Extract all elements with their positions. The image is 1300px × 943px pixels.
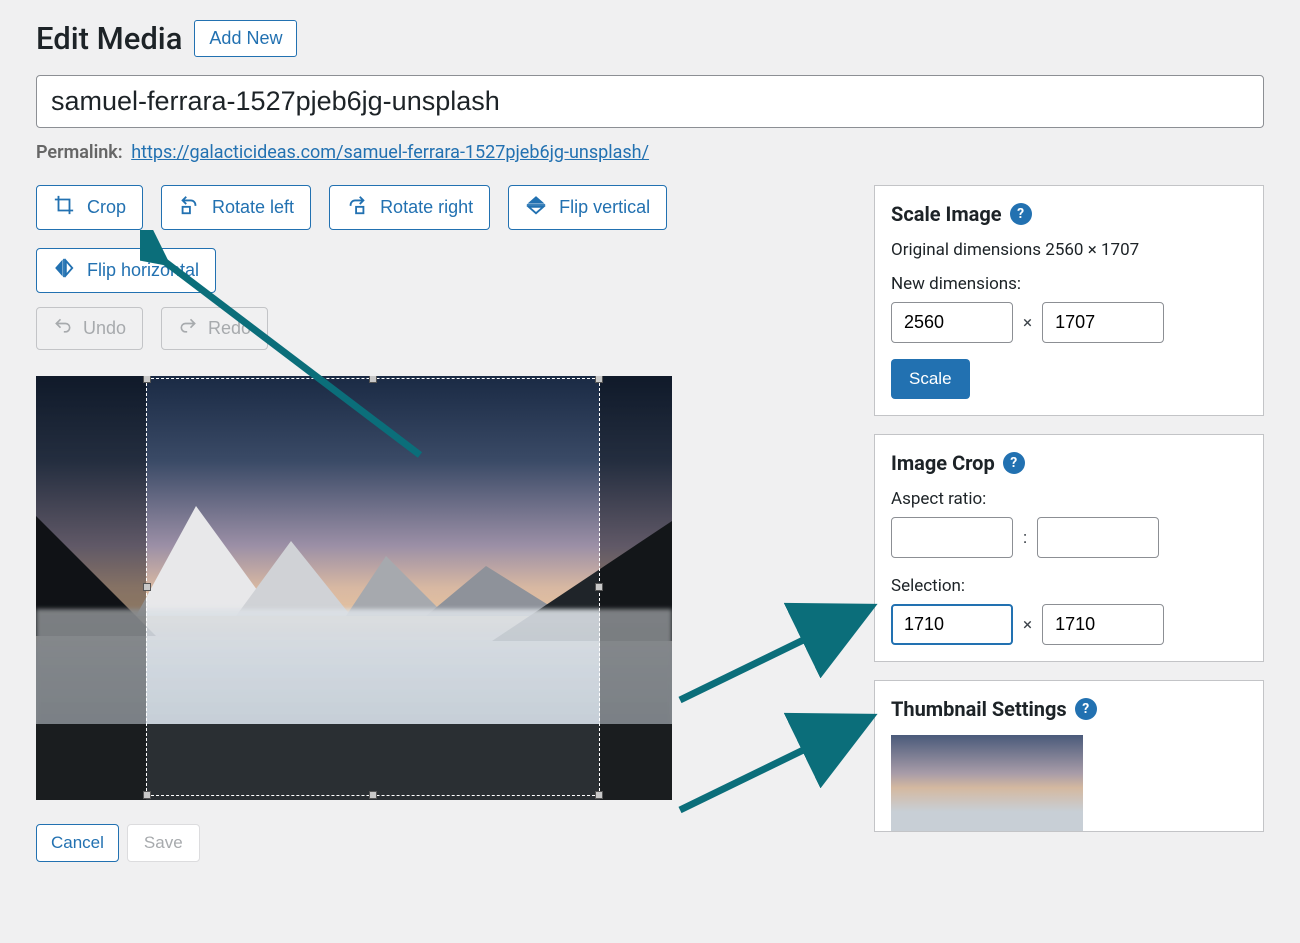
undo-label: Undo [83,318,126,339]
selection-height-input[interactable] [1042,604,1164,645]
permalink-link[interactable]: https://galacticideas.com/samuel-ferrara… [131,142,649,163]
permalink-row: Permalink: https://galacticideas.com/sam… [36,142,1264,163]
thumbnail-settings-panel: Thumbnail Settings ? [874,680,1264,832]
crop-selection[interactable] [146,378,600,796]
rotate-right-icon [346,194,368,221]
scale-new-label: New dimensions: [891,274,1021,294]
scale-image-panel: Scale Image ? Original dimensions 2560 ×… [874,185,1264,416]
scale-button[interactable]: Scale [891,359,970,399]
crop-icon [53,194,75,221]
rotate-right-label: Rotate right [380,197,473,218]
flip-horizontal-label: Flip horizontal [87,260,199,281]
undo-button: Undo [36,307,143,350]
permalink-label: Permalink: [36,142,123,163]
add-new-button[interactable]: Add New [194,20,297,57]
thumbnail-help-icon[interactable]: ? [1075,698,1097,720]
crop-handle-w[interactable] [143,583,151,591]
redo-icon [178,316,198,341]
flip-vertical-label: Flip vertical [559,197,650,218]
flip-horizontal-icon [53,257,75,284]
crop-heading: Image Crop [891,451,995,475]
scale-width-input[interactable] [891,302,1013,343]
scale-original-dims: Original dimensions 2560 × 1707 [891,240,1247,260]
media-title-input[interactable] [36,75,1264,128]
scale-height-input[interactable] [1042,302,1164,343]
crop-handle-n[interactable] [369,376,377,383]
crop-handle-se[interactable] [595,791,603,799]
page-title: Edit Media [36,20,182,57]
redo-label: Redo [208,318,251,339]
times-separator: × [1023,615,1032,635]
times-separator: × [1023,313,1032,333]
thumbnail-preview [891,735,1083,831]
flip-vertical-button[interactable]: Flip vertical [508,185,667,230]
crop-help-icon[interactable]: ? [1003,452,1025,474]
flip-vertical-icon [525,194,547,221]
save-button: Save [127,824,200,862]
undo-icon [53,316,73,341]
aspect-ratio-label: Aspect ratio: [891,489,1247,509]
crop-handle-nw[interactable] [143,376,151,383]
rotate-left-button[interactable]: Rotate left [161,185,311,230]
crop-handle-e[interactable] [595,583,603,591]
crop-button[interactable]: Crop [36,185,143,230]
image-editor-canvas[interactable] [36,376,672,800]
crop-handle-s[interactable] [369,791,377,799]
crop-label: Crop [87,197,126,218]
aspect-width-input[interactable] [891,517,1013,558]
aspect-height-input[interactable] [1037,517,1159,558]
crop-handle-ne[interactable] [595,376,603,383]
cancel-button[interactable]: Cancel [36,824,119,862]
colon-separator: : [1023,528,1027,548]
selection-label: Selection: [891,576,1247,596]
redo-button: Redo [161,307,268,350]
rotate-left-label: Rotate left [212,197,294,218]
image-crop-panel: Image Crop ? Aspect ratio: : Selection: [874,434,1264,662]
thumbnail-heading: Thumbnail Settings [891,697,1067,721]
scale-heading: Scale Image [891,202,1002,226]
crop-handle-sw[interactable] [143,791,151,799]
rotate-right-button[interactable]: Rotate right [329,185,490,230]
scale-help-icon[interactable]: ? [1010,203,1032,225]
flip-horizontal-button[interactable]: Flip horizontal [36,248,216,293]
selection-width-input[interactable] [891,604,1013,645]
rotate-left-icon [178,194,200,221]
